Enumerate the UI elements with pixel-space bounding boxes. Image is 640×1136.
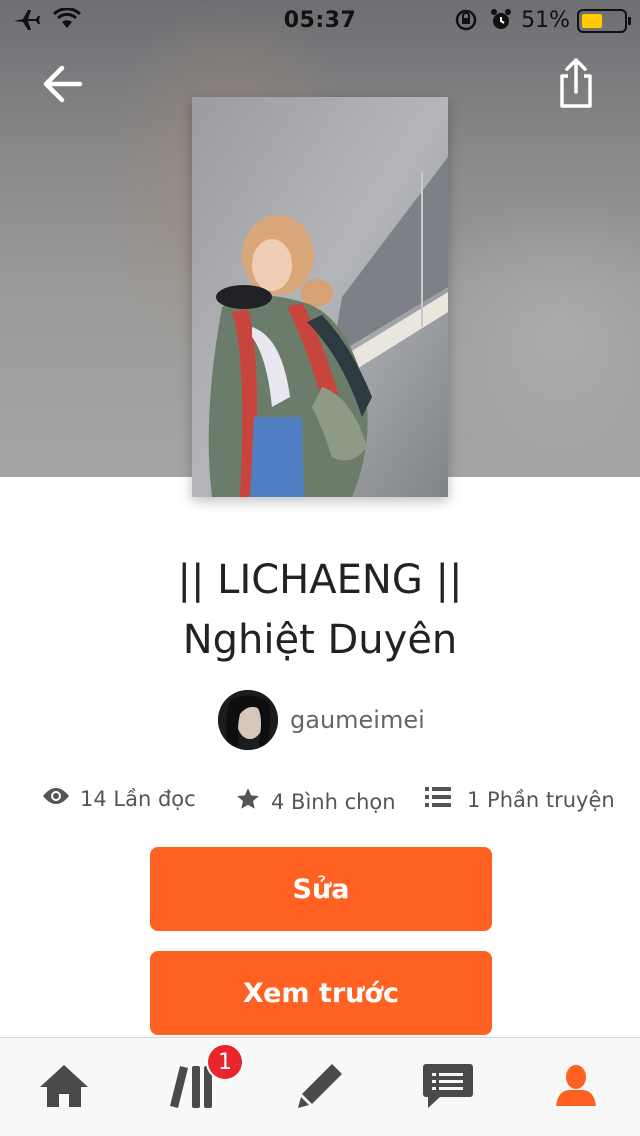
tab-write[interactable] [288, 1056, 352, 1120]
share-icon [550, 58, 602, 116]
story-title-line-2: Nghiệt Duyên [182, 617, 458, 663]
author-row[interactable]: gaumeimei [0, 690, 640, 752]
parts-count: 1 Phần truyện [467, 787, 615, 812]
story-cover-image[interactable] [192, 97, 448, 497]
library-notification-badge: 1 [206, 1043, 244, 1081]
tab-home[interactable] [32, 1056, 96, 1120]
votes-stat: 4 Bình chọn [235, 786, 396, 817]
profile-icon [554, 1064, 598, 1112]
arrow-left-icon [36, 65, 92, 114]
tab-messages[interactable] [416, 1056, 480, 1120]
bottom-tab-bar [0, 1037, 640, 1136]
eye-icon [42, 786, 70, 811]
messages-icon [422, 1062, 474, 1114]
story-stats: 14 Lần đọc 4 Bình chọn 1 Phần truyện [0, 780, 640, 820]
write-icon [294, 1060, 346, 1116]
votes-count: 4 Bình chọn [271, 789, 396, 814]
rotation-lock-icon [454, 8, 478, 36]
reads-stat: 14 Lần đọc [42, 786, 196, 811]
avatar[interactable] [218, 690, 278, 750]
cover-photo [192, 97, 448, 497]
alarm-icon [489, 8, 513, 36]
author-name[interactable]: gaumeimei [290, 706, 425, 734]
share-button[interactable] [550, 56, 602, 112]
battery-percent: 51% [521, 8, 570, 33]
star-icon [235, 786, 261, 817]
story-title-line-1: || LICHAENG || [177, 557, 463, 603]
back-button[interactable] [36, 58, 92, 110]
edit-button[interactable]: Sửa [150, 847, 492, 931]
status-bar: 05:37 51% [0, 0, 640, 40]
list-icon [425, 786, 451, 813]
battery-icon [577, 8, 633, 38]
home-icon [38, 1063, 90, 1113]
reads-count: 14 Lần đọc [80, 786, 196, 811]
tab-profile[interactable] [544, 1056, 608, 1120]
story-title: || LICHAENG || Nghiệt Duyên [0, 550, 640, 670]
parts-stat: 1 Phần truyện [425, 786, 615, 813]
preview-button[interactable]: Xem trước [150, 951, 492, 1035]
